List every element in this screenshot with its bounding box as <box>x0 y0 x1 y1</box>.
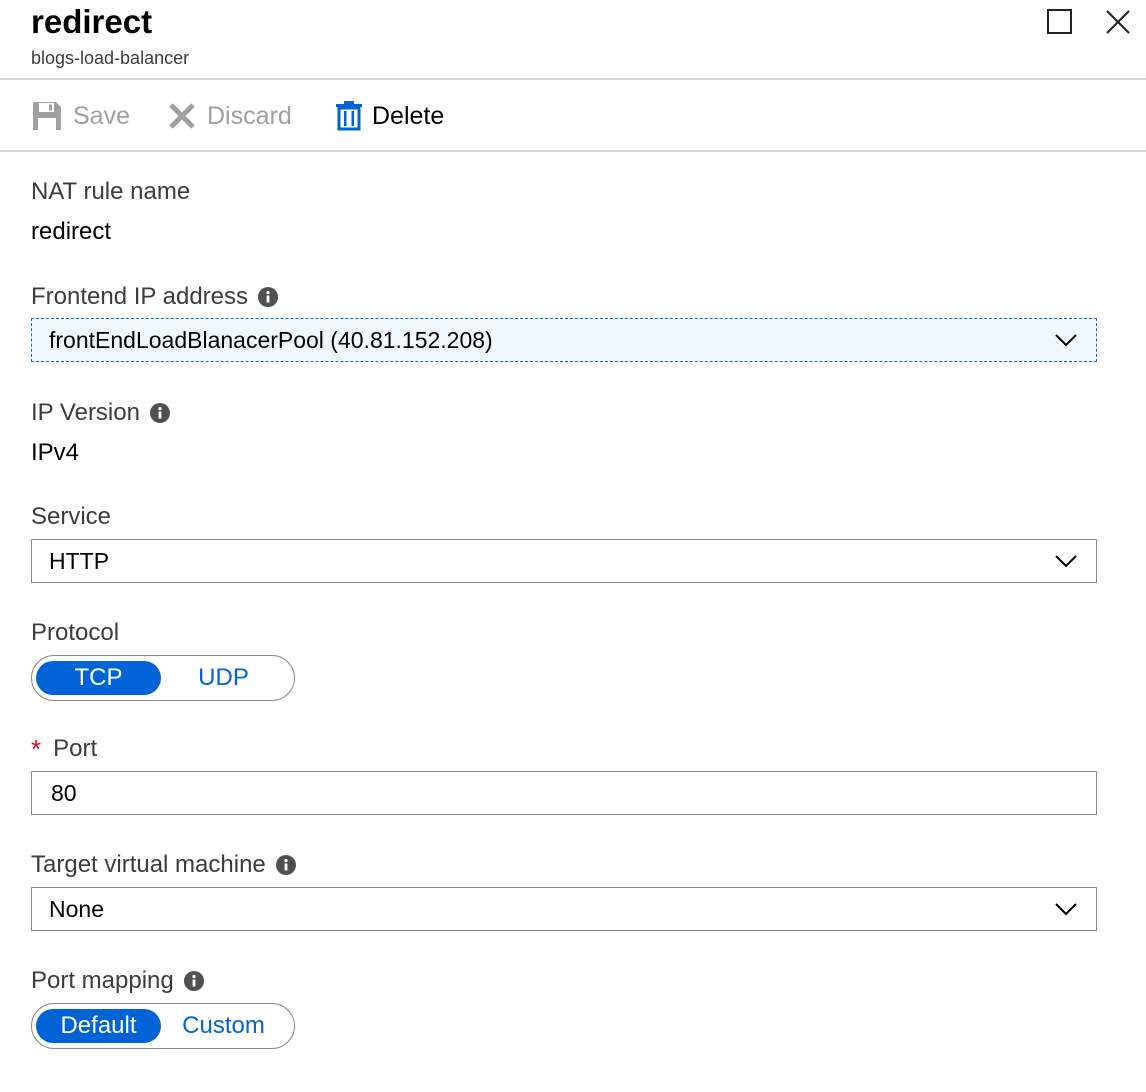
save-label: Save <box>73 102 130 130</box>
discard-button[interactable]: Discard <box>167 82 292 150</box>
port-input[interactable] <box>31 771 1097 815</box>
info-icon[interactable] <box>183 971 204 991</box>
frontend-ip-select[interactable]: frontEndLoadBlanacerPool (40.81.152.208) <box>31 318 1097 362</box>
frontend-ip-label-text: Frontend IP address <box>31 283 249 310</box>
toolbar-divider <box>0 150 1146 152</box>
service-selected: HTTP <box>49 547 110 574</box>
delete-button[interactable]: Delete <box>336 82 444 150</box>
info-icon[interactable] <box>149 403 170 423</box>
header-divider <box>0 78 1146 80</box>
ip-version-label: IP Version <box>31 398 170 428</box>
delete-label: Delete <box>372 102 445 130</box>
frontend-ip-selected: frontEndLoadBlanacerPool (40.81.152.208) <box>49 326 493 353</box>
service-label: Service <box>31 502 111 532</box>
port-label: * Port <box>31 734 97 764</box>
ip-version-value: IPv4 <box>31 439 80 466</box>
maximize-icon <box>1047 9 1072 34</box>
page-subtitle: blogs-load-balancer <box>31 48 190 68</box>
port-mapping-option-custom[interactable]: Custom <box>161 1009 286 1043</box>
protocol-option-udp[interactable]: UDP <box>161 661 286 695</box>
protocol-option-tcp[interactable]: TCP <box>36 661 161 695</box>
frontend-ip-label: Frontend IP address <box>31 282 279 312</box>
save-button[interactable]: Save <box>31 82 130 150</box>
command-bar: Save Discard Delete <box>0 82 1146 150</box>
protocol-toggle: TCP UDP <box>31 655 295 701</box>
blade-header: redirect blogs-load-balancer <box>0 0 1146 80</box>
target-vm-label-text: Target virtual machine <box>31 851 266 878</box>
required-asterisk: * <box>31 734 42 764</box>
port-mapping-label: Port mapping <box>31 966 204 996</box>
target-vm-selected: None <box>49 895 104 922</box>
info-icon[interactable] <box>258 287 279 307</box>
page-title: redirect <box>31 3 153 40</box>
trash-icon <box>336 101 362 131</box>
discard-label: Discard <box>207 102 292 130</box>
discard-icon <box>167 101 197 131</box>
chevron-down-icon <box>1055 555 1077 568</box>
nat-rule-name-value: redirect <box>31 218 112 245</box>
port-mapping-option-default[interactable]: Default <box>36 1009 161 1043</box>
chevron-down-icon <box>1055 334 1077 347</box>
close-icon <box>1106 10 1130 34</box>
ip-version-label-text: IP Version <box>31 399 140 426</box>
chevron-down-icon <box>1055 903 1077 916</box>
target-vm-label: Target virtual machine <box>31 850 296 880</box>
service-select[interactable]: HTTP <box>31 539 1097 583</box>
target-vm-select[interactable]: None <box>31 887 1097 931</box>
close-button[interactable] <box>1102 6 1134 38</box>
port-label-text: Port <box>53 735 98 762</box>
maximize-button[interactable] <box>1044 6 1076 38</box>
save-icon <box>31 100 63 132</box>
protocol-label-text: Protocol <box>31 619 120 646</box>
nat-rule-name-label: NAT rule name <box>31 177 190 207</box>
service-label-text: Service <box>31 503 112 530</box>
protocol-label: Protocol <box>31 618 119 648</box>
port-mapping-toggle: Default Custom <box>31 1003 295 1049</box>
nat-rule-name-label-text: NAT rule name <box>31 178 191 205</box>
info-icon[interactable] <box>275 855 296 875</box>
port-mapping-label-text: Port mapping <box>31 967 174 994</box>
